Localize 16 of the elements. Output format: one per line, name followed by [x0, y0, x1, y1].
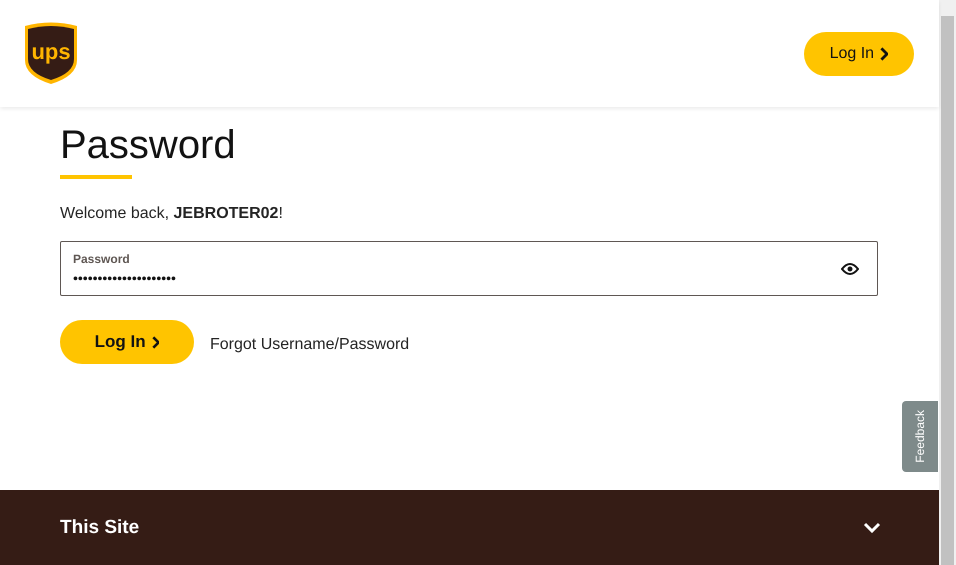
chevron-down-icon[interactable]	[863, 522, 881, 534]
field-label: Password	[73, 252, 131, 266]
feedback-tab[interactable]: Feedback	[902, 401, 938, 472]
chevron-icon	[880, 46, 888, 60]
login-button[interactable]: Log In	[804, 32, 914, 76]
eye-icon[interactable]	[841, 262, 859, 276]
chevron-icon	[152, 336, 160, 348]
password-value: •••••••••••••••••••••	[73, 270, 177, 286]
page-title: Password	[60, 123, 237, 167]
welcome-text: Welcome back, JEBROTER02!	[60, 205, 284, 223]
forgot-link[interactable]: Forgot Username/Password	[210, 336, 410, 354]
footer-section-title: This Site	[60, 516, 140, 538]
scrollbar[interactable]	[939, 0, 956, 565]
login-button[interactable]: Log In	[60, 320, 194, 364]
ups-logo[interactable]: ups	[23, 22, 79, 86]
password-field[interactable]: Password •••••••••••••••••••••	[60, 241, 878, 296]
